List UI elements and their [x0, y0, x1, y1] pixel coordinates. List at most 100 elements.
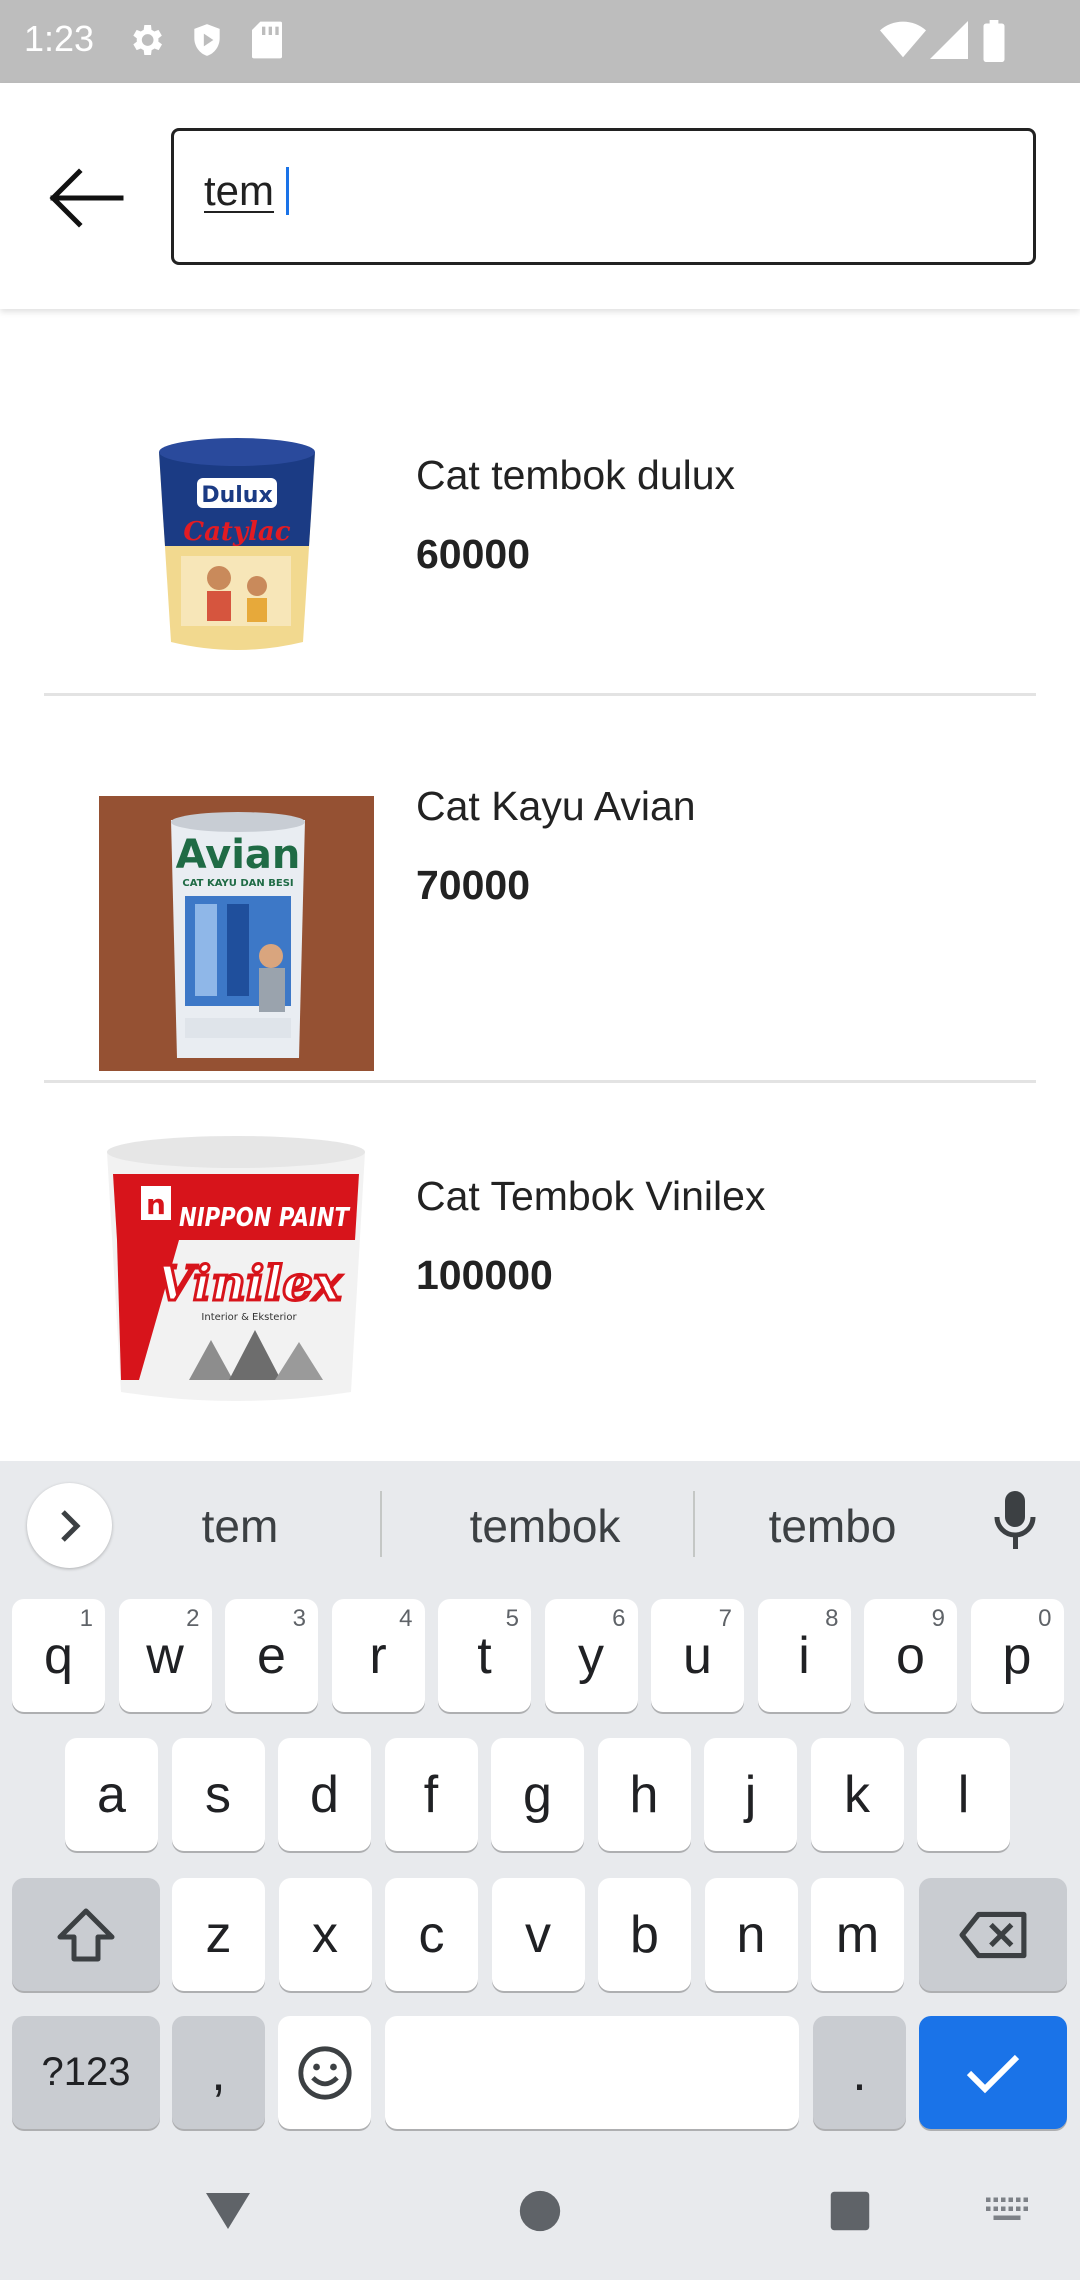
- product-item[interactable]: Avian CAT KAYU DAN BESI Cat Kayu Avian 7…: [44, 696, 1036, 1083]
- avian-brand: Avian: [176, 832, 301, 878]
- emoji-key[interactable]: [278, 2016, 371, 2129]
- key-j[interactable]: j: [704, 1738, 797, 1851]
- back-triangle-icon: [206, 2193, 250, 2229]
- key-hint: 7: [718, 1605, 732, 1632]
- product-price: 70000: [416, 862, 531, 908]
- key-i[interactable]: i8: [757, 1599, 851, 1712]
- key-t[interactable]: t5: [438, 1599, 531, 1712]
- key-hint: 5: [505, 1605, 519, 1632]
- emoji-icon: [297, 2045, 352, 2100]
- avian-sub: CAT KAYU DAN BESI: [182, 878, 293, 889]
- key-a[interactable]: a: [65, 1738, 158, 1851]
- key-l[interactable]: l: [917, 1738, 1010, 1851]
- key-m[interactable]: m: [811, 1878, 904, 1991]
- key-label: q: [44, 1626, 73, 1685]
- suggestion-divider: [693, 1491, 695, 1557]
- key-n[interactable]: n: [704, 1878, 798, 1991]
- key-h[interactable]: h: [597, 1738, 691, 1851]
- arrow-left-icon: [49, 168, 124, 228]
- svg-text:n: n: [146, 1188, 166, 1221]
- nippon-brand: NIPPON PAINT: [179, 1203, 351, 1233]
- key-v[interactable]: v: [491, 1878, 585, 1991]
- key-label: e: [257, 1626, 286, 1685]
- key-label: i: [798, 1626, 810, 1685]
- product-item[interactable]: Dulux Catylac Cat tembok dulux 60000: [44, 309, 1036, 696]
- key-label: t: [477, 1626, 492, 1685]
- key-k[interactable]: k: [810, 1738, 904, 1851]
- back-button[interactable]: [30, 143, 140, 253]
- key-label: y: [578, 1626, 604, 1685]
- product-image-dulux: Dulux Catylac: [99, 406, 374, 681]
- search-input[interactable]: tem: [171, 128, 1036, 265]
- key-hint: 9: [931, 1605, 945, 1632]
- keyboard-switch-button[interactable]: [972, 2176, 1042, 2246]
- product-price: 100000: [416, 1252, 553, 1298]
- nav-recents-button[interactable]: [815, 2176, 885, 2246]
- key-y[interactable]: y6: [544, 1599, 638, 1712]
- key-hint: 8: [825, 1605, 839, 1632]
- status-bar: 1:23: [0, 0, 1080, 83]
- nav-home-button[interactable]: [505, 2176, 575, 2246]
- key-e[interactable]: e3: [225, 1599, 318, 1712]
- dulux-brand: Dulux: [201, 483, 272, 508]
- vinilex-line: Vinilex: [156, 1256, 343, 1312]
- product-item[interactable]: n NIPPON PAINT Vinilex Interior & Ekster…: [44, 1083, 1036, 1461]
- microphone-icon[interactable]: [990, 1489, 1040, 1558]
- key-label: u: [683, 1626, 712, 1685]
- screen: 1:23 tem Dulux Catylac Cat tembok dulux …: [0, 0, 1080, 2280]
- product-name: Cat tembok dulux: [416, 452, 736, 498]
- checkmark-icon: [966, 2054, 1020, 2093]
- product-name: Cat Kayu Avian: [416, 783, 696, 829]
- enter-key[interactable]: [919, 2016, 1067, 2129]
- wifi-icon: [880, 20, 926, 65]
- product-image-avian: Avian CAT KAYU DAN BESI: [99, 796, 374, 1071]
- product-price: 60000: [416, 531, 531, 577]
- key-w[interactable]: w2: [118, 1599, 212, 1712]
- shift-icon: [57, 1908, 115, 1961]
- key-label: w: [146, 1626, 184, 1685]
- sd-card-icon: [250, 20, 284, 65]
- suggestion-bar: tem tembok tembo: [0, 1461, 1080, 1585]
- key-u[interactable]: u7: [651, 1599, 744, 1712]
- key-label: o: [896, 1626, 925, 1685]
- key-r[interactable]: r4: [331, 1599, 425, 1712]
- backspace-key[interactable]: [919, 1878, 1067, 1991]
- battery-icon: [983, 20, 1005, 67]
- key-b[interactable]: b: [598, 1878, 691, 1991]
- period-key[interactable]: .: [813, 2016, 906, 2129]
- signal-icon: [930, 20, 968, 65]
- dulux-line: Catylac: [183, 517, 290, 547]
- key-x[interactable]: x: [278, 1878, 372, 1991]
- product-image-vinilex: n NIPPON PAINT Vinilex Interior & Ekster…: [99, 1130, 374, 1405]
- key-s[interactable]: s: [171, 1738, 265, 1851]
- key-o[interactable]: o9: [864, 1599, 957, 1712]
- key-q[interactable]: q1: [12, 1599, 105, 1712]
- space-key[interactable]: [385, 2016, 799, 2129]
- key-z[interactable]: z: [172, 1878, 265, 1991]
- suggestion-item[interactable]: tembo: [715, 1499, 950, 1553]
- suggestion-item[interactable]: tem: [140, 1499, 340, 1553]
- key-g[interactable]: g: [491, 1738, 584, 1851]
- suggestions-expand-button[interactable]: [27, 1483, 112, 1568]
- search-header: tem: [0, 83, 1080, 309]
- backspace-icon: [959, 1911, 1027, 1958]
- key-hint: 6: [612, 1605, 626, 1632]
- symbols-key[interactable]: ?123: [12, 2016, 160, 2129]
- comma-key[interactable]: ,: [172, 2016, 265, 2129]
- key-d[interactable]: d: [278, 1738, 371, 1851]
- key-hint: 2: [186, 1605, 200, 1632]
- status-time: 1:23: [24, 18, 95, 59]
- nav-back-button[interactable]: [193, 2176, 263, 2246]
- product-list: Dulux Catylac Cat tembok dulux 60000 Avi…: [0, 309, 1080, 1461]
- suggestion-divider: [380, 1491, 382, 1557]
- key-hint: 1: [79, 1605, 93, 1632]
- key-hint: 4: [399, 1605, 413, 1632]
- text-caret: [284, 167, 289, 215]
- key-c[interactable]: c: [385, 1878, 478, 1991]
- key-hint: 0: [1038, 1605, 1052, 1632]
- key-p[interactable]: p0: [970, 1599, 1064, 1712]
- home-circle-icon: [519, 2190, 561, 2232]
- shift-key[interactable]: [12, 1878, 160, 1991]
- suggestion-item[interactable]: tembok: [400, 1499, 690, 1553]
- key-f[interactable]: f: [384, 1738, 478, 1851]
